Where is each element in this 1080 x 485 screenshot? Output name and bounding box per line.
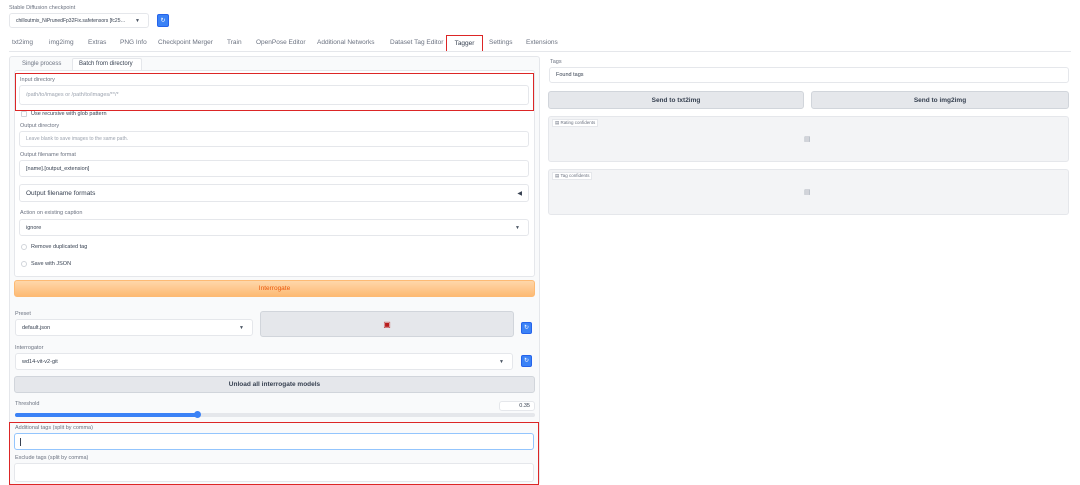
recursive-checkbox[interactable] (21, 111, 27, 117)
threshold-slider-thumb[interactable] (194, 411, 201, 418)
output-format-field[interactable]: [name].[output_extension] (19, 160, 529, 177)
tab-tagger[interactable]: Tagger (446, 35, 483, 52)
exclude-tags-label: Exclude tags (split by comma) (15, 455, 89, 461)
action-value: ignore (26, 224, 42, 231)
rating-confidents-label: ▤ Rating confidents (552, 119, 599, 127)
interrogate-button[interactable]: Interrogate (14, 280, 535, 297)
preset-select[interactable]: default.json ▼ (15, 319, 253, 336)
remove-duplicated-label: Remove duplicated tag (31, 244, 88, 250)
tab-extensions[interactable]: Extensions (526, 39, 558, 46)
accordion-toggle-icon: ◀ (517, 191, 522, 197)
interrogate-label: Interrogate (258, 285, 291, 292)
refresh-interrogator-button[interactable]: ↻ (521, 355, 532, 367)
chevron-down-icon: ▼ (135, 17, 140, 24)
tab-img2img[interactable]: img2img (49, 39, 74, 46)
tab-extras[interactable]: Extras (88, 39, 106, 46)
unload-models-button[interactable]: Unload all interrogate models (14, 376, 535, 393)
output-format-label: Output filename format (20, 152, 76, 158)
save-json-label: Save with JSON (31, 261, 72, 267)
output-directory-placeholder: Leave blank to save images to the same p… (26, 136, 129, 142)
threshold-value: 0.35 (519, 403, 530, 409)
tag-confidents-panel: ▤ Tag confidents ▤ (548, 169, 1069, 215)
rating-confidents-panel: ▤ Rating confidents ▤ (548, 116, 1069, 162)
output-directory-field[interactable]: Leave blank to save images to the same p… (19, 131, 529, 147)
input-directory-label: Input directory (20, 77, 55, 83)
subtab-batch-label: Batch from directory (79, 61, 133, 67)
output-formats-accordion[interactable]: Output filename formats ◀ (19, 184, 529, 202)
send-to-txt2img-button[interactable]: Send to txt2img (548, 91, 804, 109)
tag-confidents-label: ▤ Tag confidents (552, 172, 593, 180)
checkpoint-select[interactable]: chilloutmix_NiPrunedFp32Fix.safetensors … (9, 13, 149, 28)
interrogator-value: wd14-vit-v2-git (22, 358, 58, 365)
chevron-down-icon: ▼ (499, 358, 504, 365)
exclude-tags-field[interactable] (14, 463, 534, 482)
refresh-icon: ↻ (523, 325, 530, 331)
send-to-txt2img-label: Send to txt2img (651, 96, 701, 104)
tags-label: Tags (550, 59, 562, 65)
tab-additional-networks[interactable]: Additional Networks (317, 39, 374, 46)
tab-tagger-label: Tagger (454, 40, 475, 47)
tab-settings[interactable]: Settings (489, 39, 513, 46)
send-to-img2img-label: Send to img2img (913, 96, 967, 104)
preset-label: Preset (15, 311, 31, 317)
checkpoint-value: chilloutmix_NiPrunedFp32Fix.safetensors … (16, 17, 126, 24)
preset-value: default.json (22, 324, 51, 331)
chevron-down-icon: ▼ (515, 224, 520, 231)
interrogator-select[interactable]: wd14-vit-v2-git ▼ (15, 353, 513, 370)
save-json-checkbox[interactable] (21, 261, 27, 267)
input-directory-placeholder: /path/to/images or /path/to/images/**/* (26, 92, 119, 98)
refresh-icon: ↻ (523, 358, 530, 364)
input-directory-field[interactable]: /path/to/images or /path/to/images/**/* (19, 85, 529, 105)
threshold-slider[interactable] (15, 411, 535, 418)
tags-output-value: Found tags (556, 72, 584, 78)
action-select[interactable]: ignore ▼ (19, 219, 529, 236)
subtab-single-process[interactable]: Single process (22, 61, 61, 67)
tab-checkpoint-merger[interactable]: Checkpoint Merger (158, 39, 213, 46)
tags-output-field[interactable]: Found tags (549, 67, 1069, 83)
tab-train[interactable]: Train (227, 39, 242, 46)
threshold-label: Threshold (15, 401, 40, 407)
tab-png-info[interactable]: PNG Info (120, 39, 147, 46)
unload-models-label: Unload all interrogate models (228, 381, 321, 388)
chart-icon: ▤ (555, 173, 560, 178)
chart-placeholder-icon: ▤ (804, 189, 811, 196)
chart-placeholder-icon: ▤ (804, 136, 811, 143)
additional-tags-label: Additional tags (split by comma) (15, 425, 93, 431)
interrogator-label: Interrogator (15, 345, 44, 351)
send-to-img2img-button[interactable]: Send to img2img (811, 91, 1069, 109)
threshold-number-input[interactable]: 0.35 (499, 401, 535, 411)
tab-openpose-editor[interactable]: OpenPose Editor (256, 39, 306, 46)
output-format-value: [name].[output_extension] (26, 165, 90, 172)
threshold-slider-fill (15, 413, 197, 417)
chart-icon: ▤ (555, 120, 560, 125)
remove-duplicated-checkbox[interactable] (21, 244, 27, 250)
chevron-down-icon: ▼ (239, 324, 244, 331)
refresh-checkpoint-button[interactable]: ↻ (157, 14, 169, 27)
rating-confidents-text: Rating confidents (560, 120, 596, 125)
accordion-title: Output filename formats (26, 190, 96, 197)
tag-confidents-text: Tag confidents (560, 173, 590, 178)
tab-txt2img[interactable]: txt2img (12, 39, 33, 46)
text-cursor (20, 438, 21, 446)
subtab-batch[interactable]: Batch from directory (72, 58, 142, 70)
save-preset-button[interactable]: ▣ (260, 311, 514, 337)
refresh-preset-button[interactable]: ↻ (521, 322, 532, 334)
recursive-label: Use recursive with glob pattern (31, 111, 107, 117)
tab-dataset-tag-editor[interactable]: Dataset Tag Editor (390, 39, 443, 46)
save-icon: ▣ (383, 319, 391, 329)
action-label: Action on existing caption (20, 210, 83, 216)
tabs-divider (9, 51, 1071, 52)
output-directory-label: Output directory (20, 123, 60, 129)
checkpoint-label: Stable Diffusion checkpoint (9, 5, 76, 11)
additional-tags-field[interactable] (14, 433, 534, 450)
refresh-icon: ↻ (160, 17, 166, 24)
